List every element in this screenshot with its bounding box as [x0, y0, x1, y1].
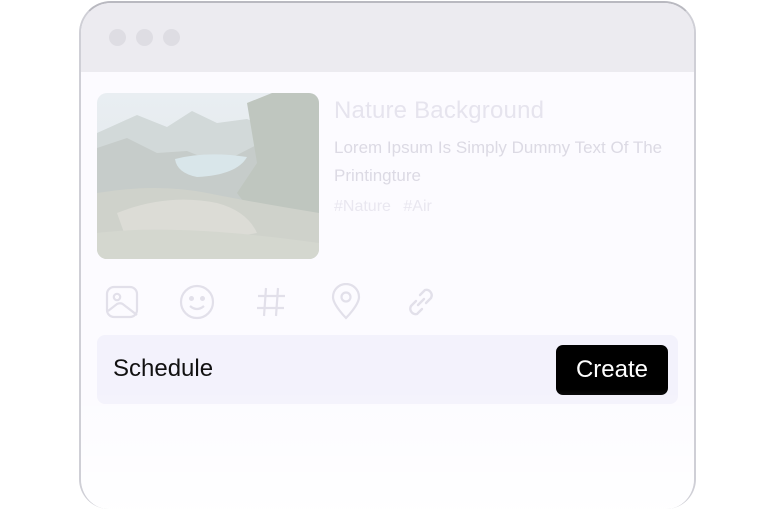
location-pin-icon[interactable] [326, 282, 366, 322]
link-icon[interactable] [401, 282, 441, 322]
action-bar: Schedule Create [97, 335, 678, 404]
window-titlebar [81, 3, 694, 72]
window-maximize-dot[interactable] [163, 29, 180, 46]
post-image [97, 93, 319, 259]
create-button[interactable]: Create [556, 345, 668, 395]
emoji-icon[interactable] [177, 282, 217, 322]
post-tags: #Nature #Air [334, 198, 440, 216]
post-description: Lorem Ipsum Is Simply Dummy Text Of The … [334, 138, 663, 185]
tag-nature[interactable]: #Nature [334, 198, 391, 215]
post-title: Nature Background [334, 97, 545, 124]
schedule-label[interactable]: Schedule [113, 355, 213, 383]
hashtag-icon[interactable] [251, 282, 291, 322]
image-icon[interactable] [102, 282, 142, 322]
app-window: Nature Background Lorem Ipsum Is Simply … [79, 1, 696, 509]
window-close-dot[interactable] [109, 29, 126, 46]
window-minimize-dot[interactable] [136, 29, 153, 46]
tag-air[interactable]: #Air [403, 198, 431, 215]
